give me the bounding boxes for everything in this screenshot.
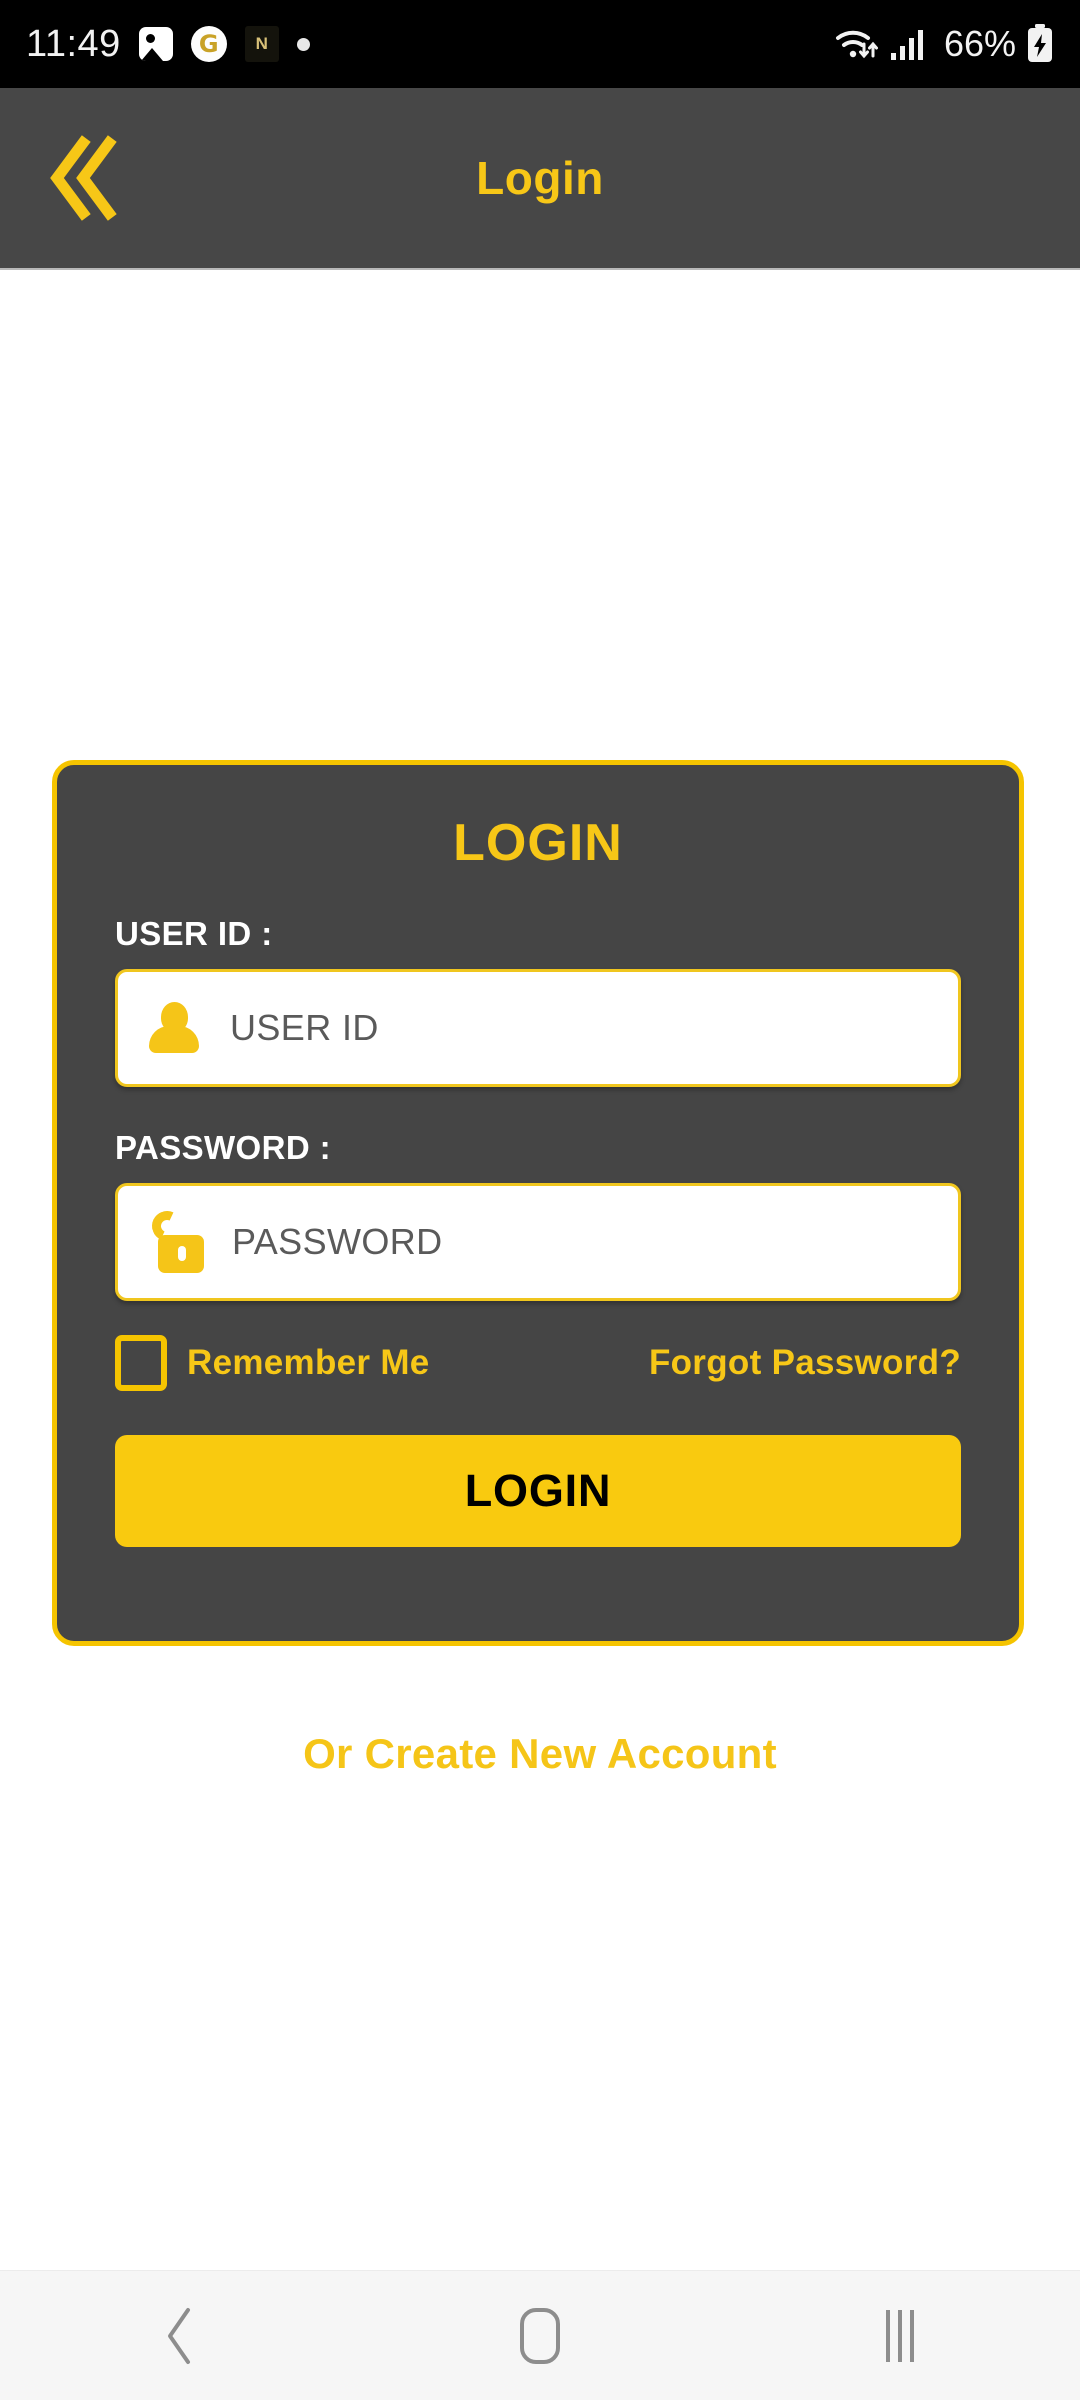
status-bar-left: 11:49 G N	[26, 25, 310, 63]
status-bar-right: 66%	[834, 24, 1054, 64]
remember-me-toggle[interactable]: Remember Me	[115, 1335, 430, 1391]
gold-app-icon: G	[190, 26, 227, 62]
user-icon	[146, 1000, 202, 1056]
system-navigation-bar	[0, 2270, 1080, 2400]
user-id-field[interactable]: USER ID	[115, 969, 961, 1087]
login-screen: 11:49 G N 66% Login LOGIN USER ID: USER…	[0, 0, 1080, 2400]
photo-icon	[138, 27, 173, 61]
user-id-label: USER ID :	[115, 915, 273, 952]
remember-me-checkbox[interactable]	[115, 1335, 167, 1391]
nav-home-button[interactable]	[465, 2286, 615, 2386]
crest-icon: N	[244, 26, 279, 62]
home-icon	[520, 2307, 560, 2364]
login-card: LOGIN USER ID : USER ID PASSWORD : PASSW…	[52, 760, 1024, 1646]
status-bar: 11:49 G N 66%	[0, 0, 1080, 88]
password-field[interactable]: PASSWORD	[115, 1183, 961, 1301]
remember-me-label: Remember Me	[187, 1343, 430, 1382]
nav-back-button[interactable]	[105, 2286, 255, 2386]
double-chevron-left-icon	[50, 135, 117, 221]
status-bar-clock: 11:49	[26, 23, 121, 65]
back-chevron-icon	[168, 2307, 190, 2364]
open-padlock-icon	[146, 1206, 204, 1273]
password-placeholder: PASSWORD	[232, 1221, 443, 1262]
wifi-icon	[835, 30, 878, 59]
password-label: PASSWORD :	[115, 1129, 332, 1166]
login-card-title: LOGIN	[453, 814, 623, 872]
battery-charging-icon	[1028, 24, 1052, 62]
forgot-password-link[interactable]: Forgot Password?	[649, 1343, 961, 1383]
dot-icon	[296, 37, 310, 51]
user-id-placeholder: USER ID	[230, 1007, 379, 1048]
nav-recents-button[interactable]	[825, 2286, 975, 2386]
options-row: Remember Me Forgot Password?	[115, 1335, 961, 1391]
battery-percent-label: 66%	[943, 23, 1016, 64]
create-account-link[interactable]: Or Create New Account	[0, 1730, 1080, 1778]
back-button[interactable]	[38, 132, 128, 224]
signal-icon	[890, 30, 923, 60]
app-header: Login	[0, 88, 1080, 270]
recents-icon	[886, 2309, 914, 2362]
login-submit-button[interactable]: LOGIN	[115, 1435, 961, 1547]
page-title: Login	[476, 152, 604, 204]
